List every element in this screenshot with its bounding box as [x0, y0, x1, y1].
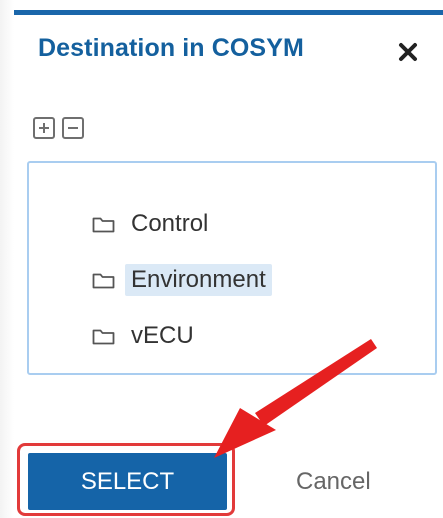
tree-item-vecu[interactable]: vECU [92, 318, 200, 354]
collapse-all-icon[interactable] [62, 117, 84, 139]
tree-item-label: vECU [131, 322, 194, 349]
tree-item-label: Control [131, 210, 209, 237]
folder-icon [92, 273, 115, 288]
tree-item-environment[interactable]: Environment [92, 262, 272, 298]
folder-icon [92, 217, 115, 232]
expand-all-icon[interactable] [33, 117, 55, 139]
tree-item-label: Environment [125, 264, 272, 296]
dialog-title: Destination in COSYM [38, 34, 304, 62]
cancel-button[interactable]: Cancel [296, 468, 371, 496]
folder-icon [92, 329, 115, 344]
close-icon[interactable] [398, 33, 418, 67]
tree-item-control[interactable]: Control [92, 206, 214, 242]
select-button[interactable]: SELECT [28, 453, 227, 510]
background-edge [0, 0, 14, 518]
